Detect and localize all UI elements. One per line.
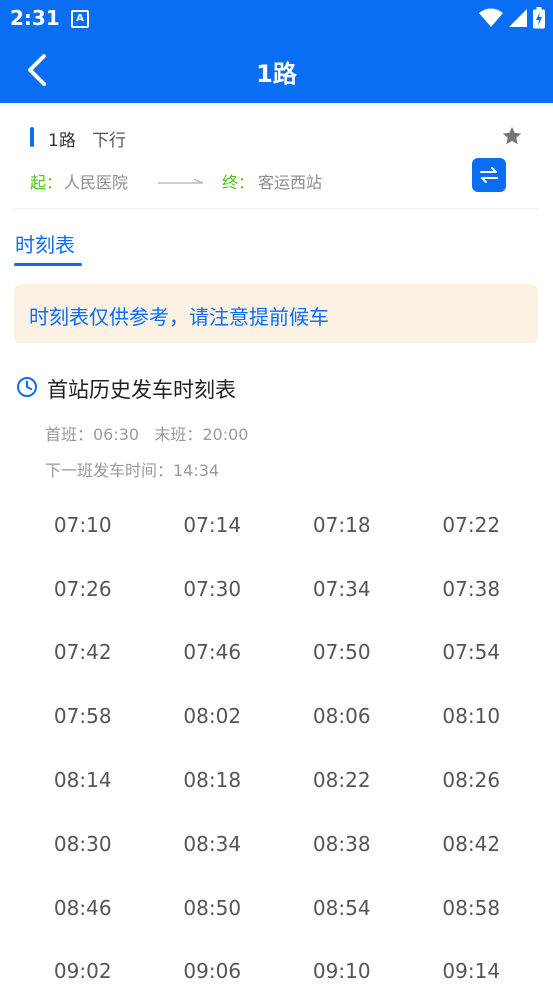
route-arrow-icon bbox=[158, 179, 204, 184]
swap-direction-button[interactable] bbox=[472, 158, 506, 192]
departure-time: 07:38 bbox=[442, 576, 501, 601]
departure-time: 08:14 bbox=[53, 768, 112, 793]
end-stop-name: 客运西站 bbox=[258, 173, 323, 192]
signal-icon bbox=[509, 9, 527, 27]
divider bbox=[14, 208, 539, 209]
departure-time: 08:30 bbox=[53, 831, 112, 856]
next-bus-time: 下一班发车时间：14:34 bbox=[45, 461, 220, 480]
route-accent-bar bbox=[30, 127, 34, 147]
departure-time: 08:58 bbox=[442, 895, 501, 920]
start-label: 起： bbox=[30, 173, 63, 192]
departure-time: 09:06 bbox=[183, 959, 242, 984]
departure-time: 07:22 bbox=[442, 512, 501, 537]
departure-time: 08:50 bbox=[183, 895, 242, 920]
departure-time: 08:18 bbox=[183, 768, 242, 793]
departure-times: 07:10 07:14 07:18 07:22 07:26 07:30 07:34 07:38… bbox=[18, 493, 536, 1003]
times-grid: 07:10 07:14 07:18 07:22 07:26 07:30 07:34 07:38… bbox=[18, 493, 536, 1003]
swap-icon bbox=[480, 167, 498, 183]
notification-icon: A bbox=[71, 10, 89, 28]
notice-text: 时刻表仅供参考，请注意提前候车 bbox=[29, 305, 329, 329]
star-icon bbox=[502, 126, 522, 145]
departure-time: 08:46 bbox=[53, 895, 112, 920]
tab-timetable[interactable]: 时刻表 bbox=[15, 229, 75, 258]
departure-time: 07:10 bbox=[53, 512, 112, 537]
departure-time: 08:02 bbox=[183, 704, 242, 729]
app-bar: 1路 bbox=[0, 36, 553, 103]
start-stop-name: 人民医院 bbox=[64, 173, 129, 192]
departure-time: 08:34 bbox=[183, 831, 242, 856]
route-card: 1路 下行 起： 人民医院 终： 客运西站 bbox=[2, 103, 551, 209]
departure-time: 08:54 bbox=[312, 895, 371, 920]
page-title: 1路 bbox=[256, 60, 297, 88]
clock-icon bbox=[17, 377, 37, 397]
departure-time: 09:02 bbox=[53, 959, 112, 984]
end-label: 终： bbox=[222, 173, 255, 192]
battery-icon bbox=[533, 7, 545, 29]
departure-time: 07:58 bbox=[53, 704, 112, 729]
section-title: 首站历史发车时刻表 bbox=[47, 378, 236, 402]
notice-banner: 时刻表仅供参考，请注意提前候车 bbox=[14, 284, 538, 343]
departure-time: 07:50 bbox=[312, 640, 371, 665]
status-time: 2:31 bbox=[10, 6, 60, 30]
departure-time: 09:14 bbox=[442, 959, 501, 984]
departure-time: 07:54 bbox=[442, 640, 501, 665]
first-last-bus: 首班：06:30 末班：20:00 bbox=[45, 425, 249, 444]
favorite-button[interactable] bbox=[501, 125, 523, 147]
departure-time: 08:38 bbox=[312, 831, 371, 856]
departure-time: 09:10 bbox=[312, 959, 371, 984]
departure-time: 07:18 bbox=[312, 512, 371, 537]
wifi-icon bbox=[479, 8, 503, 27]
departure-time: 07:42 bbox=[53, 640, 112, 665]
departure-time: 08:22 bbox=[312, 768, 371, 793]
route-direction: 下行 bbox=[92, 131, 126, 151]
departure-time: 08:42 bbox=[442, 831, 501, 856]
departure-time: 08:10 bbox=[442, 704, 501, 729]
status-bar: 2:31 A bbox=[0, 0, 553, 36]
departure-time: 07:30 bbox=[183, 576, 242, 601]
departure-time: 08:26 bbox=[442, 768, 501, 793]
departure-time: 08:06 bbox=[312, 704, 371, 729]
departure-time: 07:26 bbox=[53, 576, 112, 601]
departure-time: 07:14 bbox=[183, 512, 242, 537]
content-area: 1路 下行 起： 人民医院 终： 客运西站 时刻表 时刻表仅供参考，请注意提前候… bbox=[2, 103, 551, 984]
route-name: 1路 bbox=[48, 131, 76, 151]
tab-indicator bbox=[14, 263, 82, 266]
departure-time: 07:46 bbox=[183, 640, 242, 665]
status-icons bbox=[479, 7, 545, 29]
departure-time: 07:34 bbox=[312, 576, 371, 601]
